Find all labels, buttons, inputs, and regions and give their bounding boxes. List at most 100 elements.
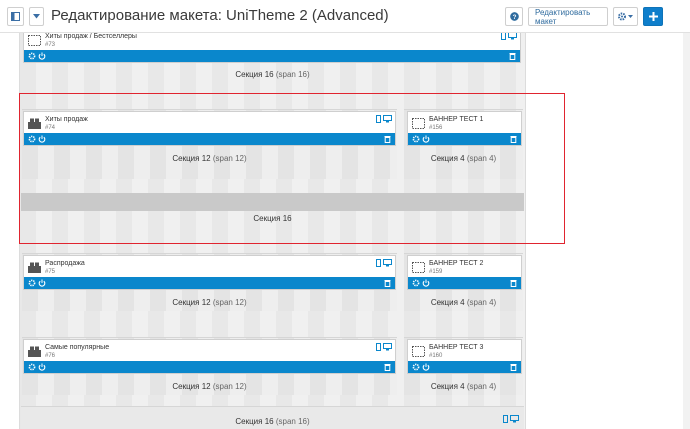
section-label: Секция 4 (span 4) <box>404 298 523 307</box>
block-card[interactable]: БАННЕР ТЕСТ 2 #159 <box>407 255 522 290</box>
block-id: #160 <box>429 353 443 359</box>
section-span: (span 12) <box>212 298 247 307</box>
products-icon <box>28 346 41 357</box>
gear-icon[interactable] <box>412 363 420 371</box>
power-icon[interactable] <box>38 52 46 60</box>
section-name: Секция 4 <box>430 382 465 391</box>
block-card[interactable]: Распродажа #75 <box>23 255 396 290</box>
template-icon <box>412 262 425 273</box>
block-card[interactable]: Хиты продаж #74 <box>23 111 396 146</box>
section-label: Секция 16 (span 16) <box>19 417 526 426</box>
power-icon[interactable] <box>38 363 46 371</box>
desktop-icon[interactable] <box>508 32 517 40</box>
section-name: Секция 16 <box>235 417 274 426</box>
phone-icon[interactable] <box>376 343 381 351</box>
block-title: БАННЕР ТЕСТ 2 <box>429 260 484 267</box>
phone-icon[interactable] <box>503 415 508 423</box>
section-name: Секция 16 <box>235 70 274 79</box>
block-action-bar <box>408 277 521 289</box>
block-card[interactable]: БАННЕР ТЕСТ 1 #156 <box>407 111 522 146</box>
gear-icon[interactable] <box>28 52 36 60</box>
section-name: Секция 4 <box>430 154 465 163</box>
block-title: Хиты продаж <box>45 116 88 123</box>
plus-icon <box>648 12 658 21</box>
chevron-down-icon <box>33 14 40 19</box>
desktop-icon[interactable] <box>383 259 392 267</box>
section-label: Секция 12 (span 12) <box>22 298 397 307</box>
section-name: Секция 12 <box>172 382 211 391</box>
container-bar <box>21 193 524 211</box>
help-icon: ? <box>509 12 519 21</box>
device-visibility <box>376 343 392 351</box>
section-label: Секция 12 (span 12) <box>22 154 397 163</box>
trash-icon[interactable] <box>510 279 517 287</box>
block-title: БАННЕР ТЕСТ 1 <box>429 116 484 123</box>
section-span: (span 4) <box>466 154 497 163</box>
gear-icon[interactable] <box>28 135 36 143</box>
block-action-bar <box>24 361 395 373</box>
device-visibility <box>503 415 519 423</box>
power-icon[interactable] <box>422 135 430 143</box>
trash-icon[interactable] <box>510 135 517 143</box>
trash-icon[interactable] <box>509 52 516 60</box>
section-label: Секция 4 (span 4) <box>404 154 523 163</box>
block-id: #156 <box>429 125 443 131</box>
power-icon[interactable] <box>422 363 430 371</box>
desktop-icon[interactable] <box>383 115 392 123</box>
phone-icon[interactable] <box>376 115 381 123</box>
settings-dropdown-button[interactable] <box>613 7 638 26</box>
power-icon[interactable] <box>422 279 430 287</box>
section-label: Секция 16 (span 16) <box>19 70 526 79</box>
layout-editor: Редактирование макета: UniTheme 2 (Advan… <box>0 0 690 429</box>
section-name: Секция 12 <box>172 154 211 163</box>
block-id: #159 <box>429 269 443 275</box>
scrollbar[interactable] <box>683 33 690 429</box>
section-name: Секция 4 <box>430 298 465 307</box>
products-icon <box>28 262 41 273</box>
gear-icon[interactable] <box>412 135 420 143</box>
desktop-icon[interactable] <box>510 415 519 423</box>
trash-icon[interactable] <box>384 135 391 143</box>
block-title: БАННЕР ТЕСТ 3 <box>429 344 484 351</box>
block-id: #74 <box>45 125 56 131</box>
block-title: Хиты продаж / Бестселлеры <box>45 33 137 40</box>
device-visibility <box>376 115 392 123</box>
template-icon <box>28 35 41 46</box>
block-card[interactable]: БАННЕР ТЕСТ 3 #160 <box>407 339 522 374</box>
gear-icon[interactable] <box>28 279 36 287</box>
page-title: Редактирование макета: UniTheme 2 (Advan… <box>51 7 389 24</box>
trash-icon[interactable] <box>384 363 391 371</box>
edit-layout-button[interactable]: Редактировать макет <box>528 7 608 26</box>
gear-icon[interactable] <box>28 363 36 371</box>
power-icon[interactable] <box>38 135 46 143</box>
section-label: Секция 4 (span 4) <box>404 382 523 391</box>
desktop-icon[interactable] <box>383 343 392 351</box>
menu-dropdown-button[interactable] <box>29 7 44 26</box>
gear-icon[interactable] <box>412 279 420 287</box>
add-button[interactable] <box>643 7 663 26</box>
phone-icon[interactable] <box>501 32 506 40</box>
phone-icon[interactable] <box>376 259 381 267</box>
section-span: (span 16) <box>275 417 310 426</box>
block-action-bar <box>24 277 395 289</box>
block-title: Распродажа <box>45 260 85 267</box>
block-title: Самые популярные <box>45 344 110 351</box>
section-span: (span 4) <box>466 298 497 307</box>
block-id: #73 <box>45 42 56 48</box>
trash-icon[interactable] <box>510 363 517 371</box>
trash-icon[interactable] <box>384 279 391 287</box>
section-label: Секция 12 (span 12) <box>22 382 397 391</box>
help-button[interactable]: ? <box>505 7 523 26</box>
gear-icon <box>618 12 633 21</box>
sidebar-toggle-button[interactable] <box>7 7 24 26</box>
toolbar: Редактирование макета: UniTheme 2 (Advan… <box>0 0 690 33</box>
section-span: (span 12) <box>212 382 247 391</box>
power-icon[interactable] <box>38 279 46 287</box>
template-icon <box>412 346 425 357</box>
block-card[interactable]: Самые популярные #76 <box>23 339 396 374</box>
block-id: #76 <box>45 353 56 359</box>
device-visibility <box>376 259 392 267</box>
block-card[interactable]: Хиты продаж / Бестселлеры #73 <box>23 28 521 63</box>
sidebar-toggle-icon <box>11 12 20 21</box>
section-span: (span 4) <box>466 382 497 391</box>
